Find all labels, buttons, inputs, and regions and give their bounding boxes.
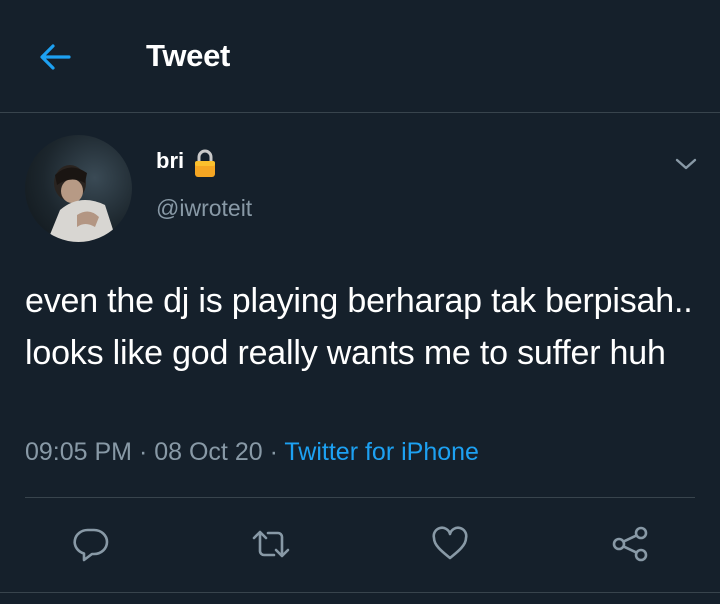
back-button[interactable] — [30, 34, 80, 80]
meta-separator: · — [262, 438, 285, 466]
reply-button[interactable] — [68, 521, 114, 567]
like-heart-icon — [432, 526, 468, 560]
lock-icon — [195, 149, 215, 177]
retweet-button[interactable] — [248, 521, 294, 567]
like-button[interactable] — [427, 521, 473, 567]
tweet-date: 08 Oct 20 — [154, 438, 263, 466]
share-icon — [612, 526, 648, 562]
meta-separator: · — [132, 438, 155, 466]
chevron-down-icon — [675, 158, 697, 170]
retweet-icon — [252, 530, 290, 558]
divider — [25, 497, 695, 498]
tweet-text: even the dj is playing berharap tak berp… — [25, 282, 693, 372]
share-button[interactable] — [607, 521, 653, 567]
avatar[interactable] — [25, 135, 132, 242]
page-title: Tweet — [146, 38, 231, 73]
more-options-button[interactable] — [668, 147, 704, 181]
author-handle[interactable]: @iwroteit — [156, 195, 252, 222]
author-display-name[interactable]: bri — [156, 148, 184, 174]
avatar-image — [47, 165, 117, 242]
tweet-time: 09:05 PM — [25, 438, 133, 466]
reply-icon — [73, 528, 109, 562]
back-arrow-icon — [40, 44, 71, 70]
top-app-bar: Tweet — [0, 0, 720, 113]
tweet-metadata: 09:05 PM · 08 Oct 20 · Twitter for iPhon… — [25, 438, 479, 467]
divider — [0, 592, 720, 593]
tweet-source-link[interactable]: Twitter for iPhone — [284, 438, 479, 466]
